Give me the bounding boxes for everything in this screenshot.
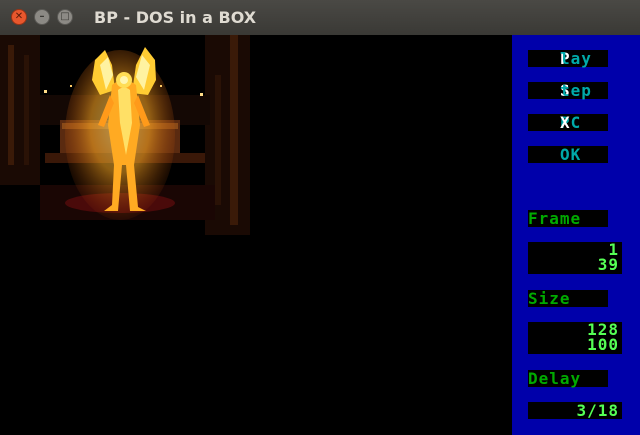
minimize-icon: – <box>39 11 45 22</box>
window-title: BP - DOS in a BOX <box>94 8 257 27</box>
size-label: Size <box>528 290 608 307</box>
play-button[interactable]: Play <box>528 50 608 67</box>
frame-value-box: 1 39 <box>528 242 622 274</box>
frame-label: Frame <box>528 210 608 227</box>
close-button[interactable]: ✕ <box>11 9 27 25</box>
pcx-button[interactable]: PC X <box>528 114 608 131</box>
title-bar: ✕ – □ BP - DOS in a BOX <box>0 0 640 35</box>
frame-total: 39 <box>597 255 619 274</box>
delay-label: Delay <box>528 370 608 387</box>
step-button[interactable]: Step <box>528 82 608 99</box>
maximize-button[interactable]: □ <box>57 9 73 25</box>
fire-figure-image <box>0 35 256 235</box>
ok-button[interactable]: OK <box>528 146 608 163</box>
size-height: 100 <box>587 335 619 354</box>
control-panel: Play Step PC X OK Frame 1 39 Size 128 100… <box>512 35 640 435</box>
delay-value: 3/18 <box>576 401 619 420</box>
dos-screen: Play Step PC X OK Frame 1 39 Size 128 100… <box>0 35 640 435</box>
delay-value-box[interactable]: 3/18 <box>528 402 622 419</box>
minimize-button[interactable]: – <box>34 9 50 25</box>
size-value-box: 128 100 <box>528 322 622 354</box>
image-canvas <box>0 35 256 235</box>
close-icon: ✕ <box>14 11 24 22</box>
maximize-icon: □ <box>60 11 70 22</box>
